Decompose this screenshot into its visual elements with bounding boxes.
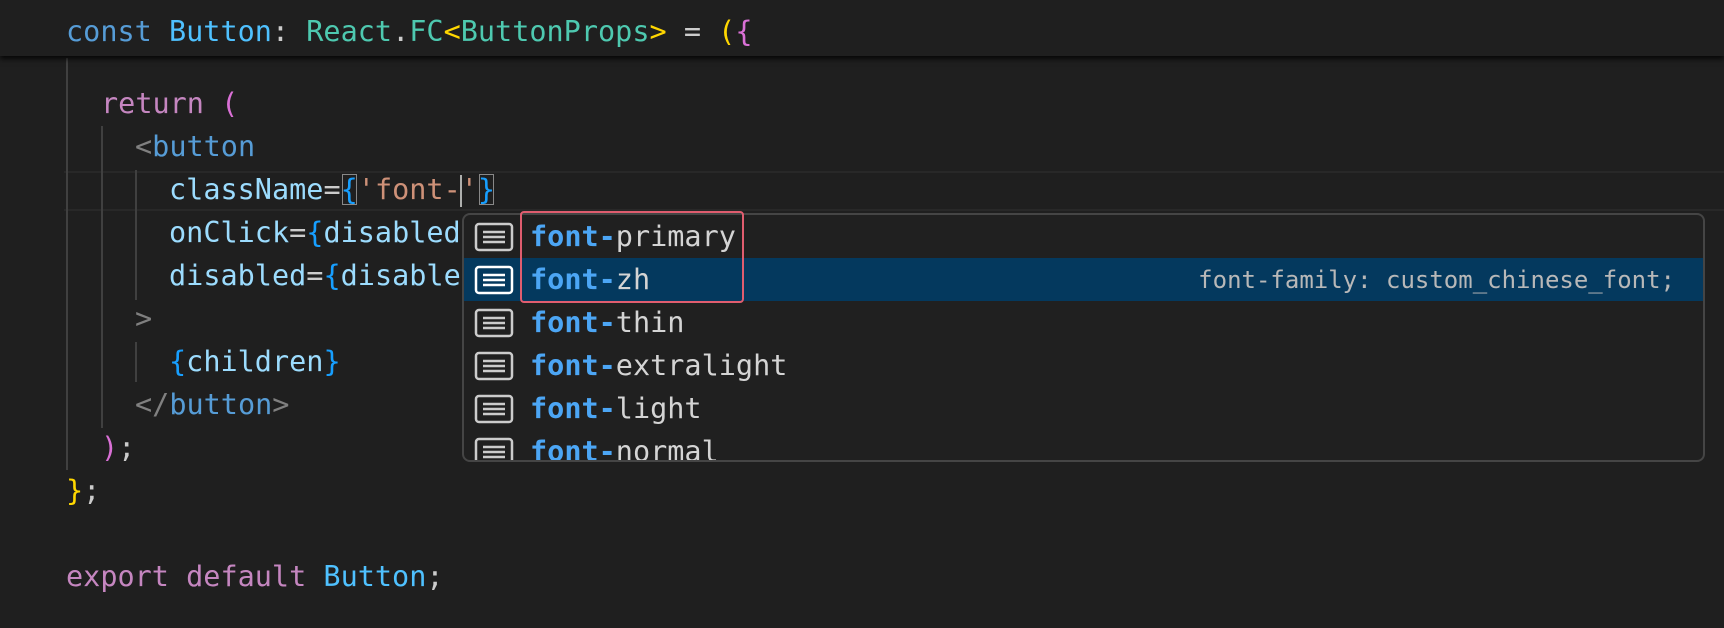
generic-open: <	[443, 15, 461, 48]
props-type: ButtonProps	[460, 15, 650, 48]
suggest-item[interactable]: font-thin	[464, 301, 1703, 344]
attr-classname: className	[169, 173, 324, 206]
tag-close-bracket: >	[135, 302, 153, 335]
brace-open: {	[323, 259, 341, 292]
suggest-item[interactable]: font-extralight	[464, 344, 1703, 387]
suggest-rest: extralight	[615, 349, 788, 382]
suggest-item[interactable]: font-normal	[464, 430, 1703, 462]
indent-guide	[66, 58, 68, 470]
close-tag-name: button	[169, 388, 273, 421]
suggest-match: font-	[530, 263, 616, 296]
code-line-tag-gt: >	[135, 297, 152, 340]
semicolon: ;	[118, 431, 136, 464]
suggest-item-detail: font-family: custom_chinese_font;	[1198, 265, 1675, 294]
code-line-export: export default Button;	[66, 555, 444, 598]
disabled-value: disable	[340, 259, 461, 292]
code-line-button-close: </button>	[135, 383, 289, 426]
semicolon: ;	[83, 474, 101, 507]
indent-guide	[101, 126, 103, 428]
brace-open: {	[306, 216, 324, 249]
keyword-const: const	[66, 15, 152, 48]
suggest-item[interactable]: font-primary	[464, 215, 1703, 258]
colon: :	[271, 15, 290, 48]
code-line-close-paren: );	[101, 426, 135, 469]
suggest-item-selected[interactable]: font-zh font-family: custom_chinese_font…	[464, 258, 1703, 301]
text-lines-icon	[474, 351, 514, 380]
sticky-line: const Button: React.FC<ButtonProps> = ({	[66, 10, 752, 53]
code-line-classname: className={'font-'}	[169, 168, 495, 211]
close-tag-gt: >	[272, 388, 290, 421]
code-line-close-brace: };	[66, 469, 100, 512]
code-editor[interactable]: const Button: React.FC<ButtonProps> = ({…	[0, 0, 1724, 628]
text-lines-icon	[474, 308, 514, 337]
attr-eq: =	[289, 216, 307, 249]
brace-open: {	[735, 15, 753, 48]
suggest-item-label: font-primary	[530, 220, 736, 253]
dot: .	[392, 15, 410, 48]
component-name: Button	[168, 15, 272, 48]
suggest-item[interactable]: font-light	[464, 387, 1703, 430]
code-line-return: return (	[101, 82, 238, 125]
suggest-rest: light	[615, 392, 702, 425]
close-brace: }	[66, 474, 84, 507]
suggest-item-label: font-light	[530, 392, 702, 425]
semicolon: ;	[426, 560, 444, 593]
suggest-rest: normal	[615, 435, 719, 462]
suggest-match: font-	[530, 392, 616, 425]
attr-onclick: onClick	[169, 216, 290, 249]
text-lines-icon	[474, 437, 514, 460]
children-brace-open: {	[169, 345, 187, 378]
suggest-item-label: font-zh	[530, 263, 650, 296]
export-name: Button	[323, 560, 427, 593]
string-value: 'font-	[357, 173, 461, 206]
keyword-export: export	[66, 560, 169, 593]
autocomplete-suggest-widget[interactable]: font-primary font-zh font-family: custom…	[462, 213, 1705, 462]
tag-open-bracket: <	[135, 130, 153, 163]
code-line-button-open: <button	[135, 125, 255, 168]
close-tag-open: </	[135, 388, 170, 421]
paren-open: (	[718, 15, 736, 48]
onclick-value: disabled	[323, 216, 461, 249]
sticky-scroll-header[interactable]: const Button: React.FC<ButtonProps> = ({	[0, 0, 1724, 56]
text-lines-icon	[474, 394, 514, 423]
code-line-onclick: onClick={disabled	[169, 211, 461, 254]
keyword-return: return	[101, 87, 204, 120]
attr-eq: =	[323, 173, 341, 206]
suggest-match: font-	[530, 220, 616, 253]
suggest-match: font-	[530, 435, 616, 462]
text-lines-icon	[474, 265, 514, 294]
children-brace-close: }	[323, 345, 341, 378]
tag-name: button	[152, 130, 256, 163]
code-line-disabled: disabled={disable	[169, 254, 461, 297]
suggest-match: font-	[530, 349, 616, 382]
code-line-children: {children}	[169, 340, 341, 383]
suggest-rest: thin	[615, 306, 685, 339]
suggest-rest: zh	[615, 263, 651, 296]
keyword-default: default	[186, 560, 307, 593]
generic-close: >	[649, 15, 667, 48]
fc-type: FC	[409, 15, 444, 48]
children-identifier: children	[186, 345, 324, 378]
react-namespace: React	[306, 15, 393, 48]
suggest-match: font-	[530, 306, 616, 339]
suggest-item-label: font-thin	[530, 306, 684, 339]
indent-guide	[135, 170, 137, 300]
attr-eq: =	[306, 259, 324, 292]
attr-disabled: disabled	[169, 259, 307, 292]
brace-close-match: }	[477, 173, 496, 206]
suggest-item-label: font-normal	[530, 435, 719, 462]
suggest-rest: primary	[615, 220, 736, 253]
brace-open-match: {	[340, 173, 358, 206]
text-lines-icon	[474, 222, 514, 251]
indent-guide	[135, 342, 137, 382]
string-close: '	[460, 173, 478, 206]
assign: =	[666, 15, 719, 48]
return-paren: (	[203, 87, 239, 120]
close-paren: )	[101, 431, 119, 464]
suggest-item-label: font-extralight	[530, 349, 787, 382]
